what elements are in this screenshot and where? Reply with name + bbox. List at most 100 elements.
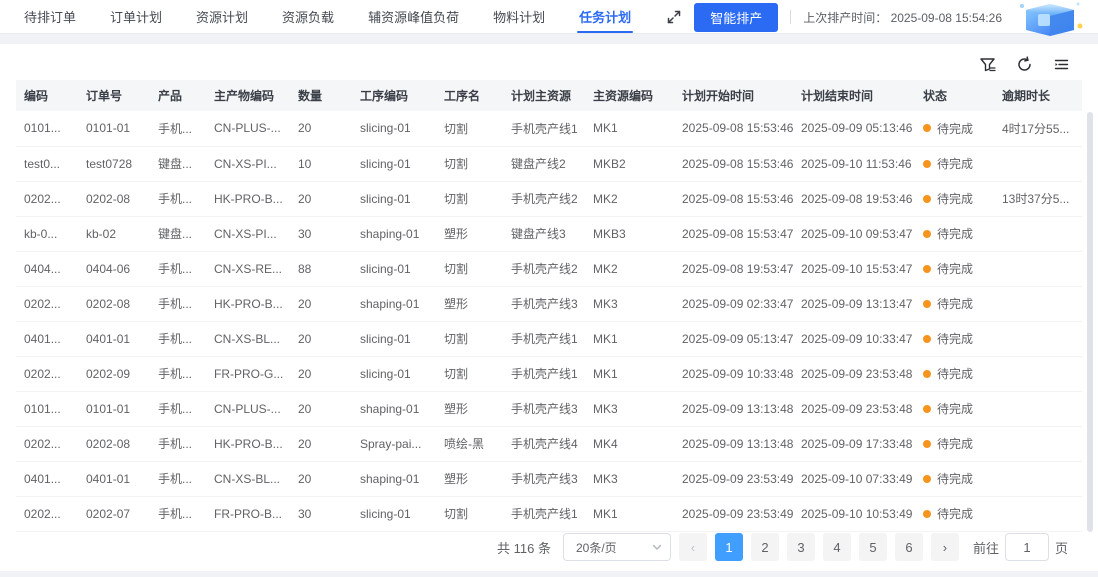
cell-code: 0202... [16,356,78,392]
page-button-1[interactable]: 1 [714,533,743,561]
cell-op_code: shaping-01 [352,216,436,252]
table-toolbar [0,44,1098,80]
cell-overdue [994,391,1082,427]
cell-start: 2025-09-09 13:13:48 [674,426,793,462]
cell-order_no: 0401-01 [78,321,150,357]
cell-product: 手机... [150,321,206,357]
filter-icon[interactable] [979,56,996,73]
cell-op_code: slicing-01 [352,146,436,182]
cell-item_code: CN-PLUS-... [206,111,290,147]
cell-order_no: test0728 [78,146,150,182]
cell-op_name: 切割 [436,321,503,357]
table-row[interactable]: 0202... 0202-07 手机... FR-PRO-B... 30 slicing-… [16,496,1082,532]
nav-tab[interactable]: 订单计划 [108,0,164,33]
table-row[interactable]: 0401... 0401-01 手机... CN-XS-BL... 20 shaping-… [16,461,1082,497]
table-row[interactable]: 0101... 0101-01 手机... CN-PLUS-... 20 shaping-… [16,391,1082,427]
column-header: 工序名 [436,80,503,111]
cell-resource_code: MK3 [585,391,674,427]
last-schedule-time: 上次排产时间： 2025-09-08 15:54:26 [803,9,1002,26]
page-size-select[interactable]: 20条/页 [562,533,671,561]
nav-tab[interactable]: 待排订单 [22,0,78,33]
divider [790,10,792,24]
table-row[interactable]: 0404... 0404-06 手机... CN-XS-RE... 88 slicing-… [16,251,1082,287]
status-dot-icon [923,264,931,273]
cell-product: 键盘... [150,216,206,252]
page-button-3[interactable]: 3 [786,533,815,561]
status-dot-icon [923,404,931,413]
cell-op_name: 切割 [436,356,503,392]
cell-order_no: 0202-08 [78,286,150,322]
column-header: 计划结束时间 [793,80,915,111]
cell-product: 手机... [150,181,206,217]
cell-resource: 手机壳产线3 [503,286,585,322]
table-row[interactable]: 0202... 0202-08 手机... HK-PRO-B... 20 Spray-pa… [16,426,1082,462]
nav-tab[interactable]: 任务计划 [577,0,634,33]
cell-status: 待完成 [915,356,994,392]
refresh-icon[interactable] [1016,55,1033,73]
cell-product: 手机... [150,356,206,392]
cell-code: 0202... [16,426,78,462]
cell-overdue [994,461,1082,497]
cell-resource_code: MK3 [585,461,674,497]
cell-qty: 30 [290,496,352,532]
cell-op_name: 切割 [436,181,503,217]
cell-resource_code: MKB3 [585,216,674,252]
table-row[interactable]: 0202... 0202-09 手机... FR-PRO-G... 20 slicing-… [16,356,1082,392]
nav-tab[interactable]: 资源负载 [280,0,336,33]
column-header: 主产物编码 [206,80,290,111]
task-table: 编码 订单号 产品 主产物编码 数量 工序编码 工序名 计划主资源 主资源编码 计划开始时间 计划结… [16,80,1082,532]
goto-page-input[interactable] [1004,533,1049,561]
cell-overdue [994,426,1082,462]
cell-qty: 20 [290,111,352,147]
table-row[interactable]: 0202... 0202-08 手机... HK-PRO-B... 20 shaping-… [16,286,1082,322]
nav-tab[interactable]: 资源计划 [194,0,250,33]
cell-op_name: 切割 [436,496,503,532]
cell-end: 2025-09-08 19:53:46 [793,181,915,217]
page-button-4[interactable]: 4 [822,533,851,561]
cell-op_code: slicing-01 [352,111,436,147]
page-button-5[interactable]: 5 [858,533,887,561]
cell-resource: 手机壳产线3 [503,391,585,427]
cell-order_no: 0202-08 [78,181,150,217]
cell-end: 2025-09-09 23:53:48 [793,391,915,427]
column-header: 状态 [915,80,994,111]
table-row[interactable]: test0... test0728 键盘... CN-XS-PI... 10 slicin… [16,146,1082,182]
page-button-2[interactable]: 2 [750,533,779,561]
cell-qty: 20 [290,461,352,497]
next-page-button[interactable]: › [930,533,959,561]
cell-overdue [994,356,1082,392]
table-row[interactable]: 0401... 0401-01 手机... CN-XS-BL... 20 slicing-… [16,321,1082,357]
cell-item_code: CN-XS-BL... [206,321,290,357]
table-row[interactable]: 0202... 0202-08 手机... HK-PRO-B... 20 slicing-… [16,181,1082,217]
cell-op_name: 塑形 [436,461,503,497]
cell-status: 待完成 [915,321,994,357]
cell-start: 2025-09-08 19:53:47 [674,251,793,287]
status-dot-icon [923,229,931,238]
cell-qty: 20 [290,286,352,322]
vertical-scrollbar-thumb[interactable] [1087,112,1093,532]
fullscreen-icon[interactable] [666,9,682,25]
table-row[interactable]: 0101... 0101-01 手机... CN-PLUS-... 20 slicing-… [16,111,1082,147]
cell-end: 2025-09-09 23:53:48 [793,356,915,392]
cell-op_code: shaping-01 [352,461,436,497]
prev-page-button[interactable]: ‹ [678,533,707,561]
cell-op_name: 塑形 [436,216,503,252]
nav-tab[interactable]: 辅资源峰值负荷 [366,0,461,33]
total-count-label: 共 116 条 [497,540,551,556]
cell-item_code: CN-XS-RE... [206,251,290,287]
smart-schedule-button[interactable]: 智能排产 [694,2,779,32]
cell-end: 2025-09-10 07:33:49 [793,461,915,497]
cell-code: 0202... [16,496,78,532]
status-label: 待完成 [937,332,974,346]
column-header: 数量 [290,80,352,111]
cell-end: 2025-09-10 15:53:47 [793,251,915,287]
cell-order_no: 0101-01 [78,111,150,147]
column-settings-icon[interactable] [1053,56,1070,73]
cell-status: 待完成 [915,461,994,497]
table-row[interactable]: kb-0... kb-02 键盘... CN-XS-PI... 30 shaping-01… [16,216,1082,252]
nav-tab[interactable]: 物料计划 [491,0,547,33]
cell-resource_code: MK3 [585,286,674,322]
page-button-6[interactable]: 6 [894,533,923,561]
cell-start: 2025-09-08 15:53:46 [674,111,793,147]
status-label: 待完成 [937,402,974,416]
